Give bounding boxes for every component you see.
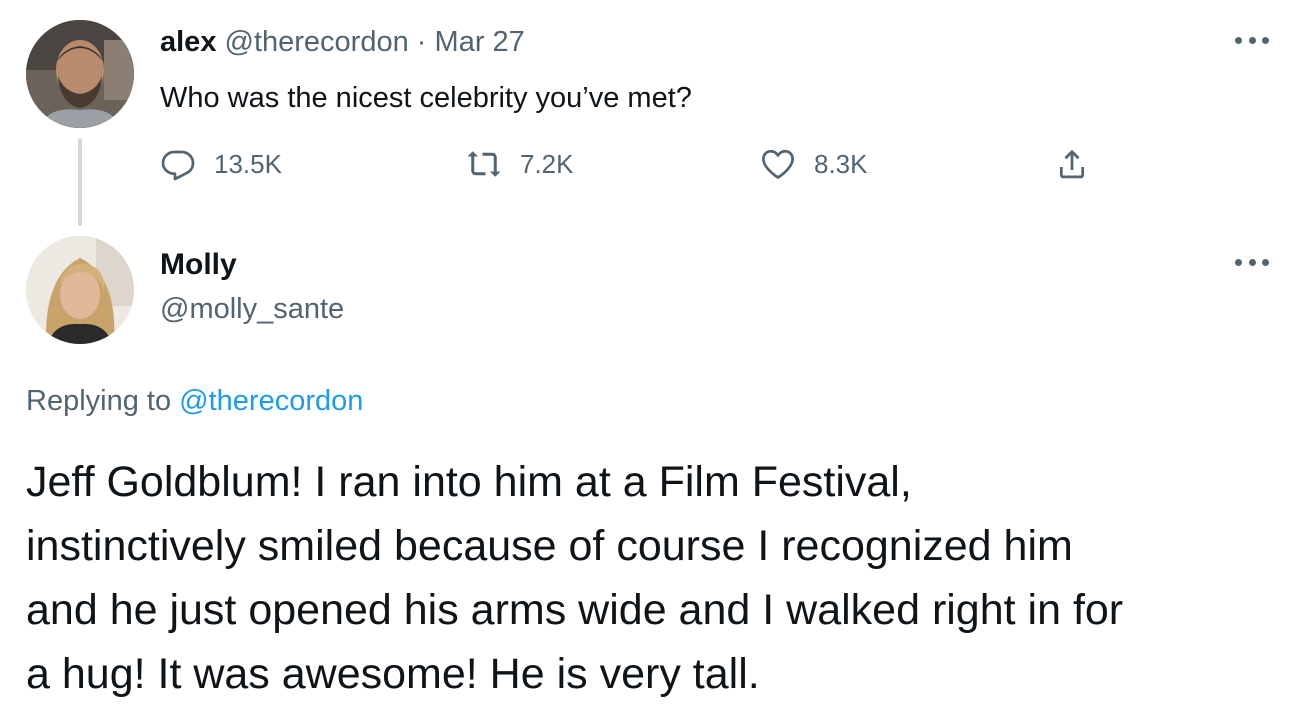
tweet-action-bar: 13.5K 7.2K 8.3K [160,142,1120,186]
reply-text-line: Jeff Goldblum! I ran into him at a Film … [26,458,912,506]
replying-to-label: Replying to [26,385,172,417]
retweet-icon [467,151,501,177]
reply-author-display-name[interactable]: Molly [160,246,237,284]
parent-tweet-header: alex @therecordon · Mar 27 [160,24,525,60]
like-count: 8.3K [814,148,868,179]
reply-tweet-text: Jeff Goldblum! I ran into him at a Film … [26,450,1286,706]
more-options-button[interactable] [1232,30,1272,50]
replying-to-line: Replying to @therecordon [26,382,363,420]
reply-button[interactable]: 13.5K [160,142,282,186]
reply-text-line: and he just opened his arms wide and I w… [26,586,1124,634]
reply-text-line: instinctively smiled because of course I… [26,522,1073,570]
more-horizontal-icon [1235,258,1242,266]
parent-tweet-text: Who was the nicest celebrity you’ve met? [160,82,692,114]
thread-connector-line [78,138,82,226]
avatar-molly-image [26,236,134,344]
avatar-molly[interactable] [26,236,134,344]
retweet-button[interactable]: 7.2K [466,142,574,186]
header-separator: · [416,26,427,58]
author-handle[interactable]: @therecordon [225,26,409,58]
replying-to-mention[interactable]: @therecordon [179,385,363,417]
avatar-alex-image [26,20,134,128]
reply-count: 13.5K [214,148,282,179]
tweet-date[interactable]: Mar 27 [435,26,525,58]
reply-more-options-button[interactable] [1232,252,1272,272]
avatar-alex[interactable] [26,20,134,128]
reply-text-line: a hug! It was awesome! He is very tall. [26,650,760,698]
tweet-thread: alex @therecordon · Mar 27 Who was the n… [0,0,1300,721]
share-button[interactable] [1054,142,1090,186]
reply-author-handle[interactable]: @molly_sante [160,290,344,328]
reply-icon [161,150,195,181]
retweet-count: 7.2K [520,148,574,179]
like-button[interactable]: 8.3K [760,142,868,186]
author-display-name[interactable]: alex [160,26,216,58]
share-icon [1060,149,1084,179]
more-horizontal-icon [1235,36,1242,44]
heart-icon [762,149,794,179]
